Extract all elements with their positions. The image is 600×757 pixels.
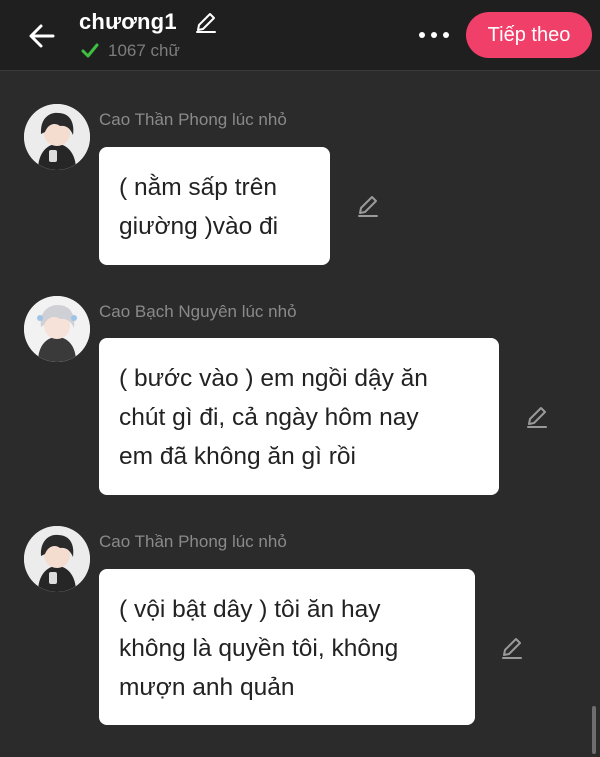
message-line: chút gì đi, cả ngày hôm nay — [119, 404, 419, 431]
more-options-button[interactable] — [412, 22, 456, 48]
avatar[interactable] — [24, 296, 90, 362]
speaker-name: Cao Bạch Nguyên lúc nhỏ — [99, 302, 297, 321]
message-line: mượn anh quản — [119, 674, 295, 701]
chapter-title[interactable]: chương1 — [79, 9, 177, 35]
next-button[interactable]: Tiếp theo — [466, 12, 592, 58]
message-bubble[interactable]: ( vội bật dây ) tôi ăn hay không là quyề… — [99, 569, 475, 725]
message-line: không là quyền tôi, không — [119, 635, 399, 662]
avatar[interactable] — [24, 526, 90, 592]
message-line: em đã không ăn gì rồi — [119, 443, 356, 470]
message-line: giường )vào đi — [119, 213, 279, 240]
back-button[interactable] — [24, 18, 60, 54]
avatar[interactable] — [24, 104, 90, 170]
speaker-name: Cao Thần Phong lúc nhỏ — [99, 532, 287, 551]
checkmark-icon — [81, 43, 99, 58]
message-bubble[interactable]: ( bước vào ) em ngồi dậy ăn chút gì đi, … — [99, 338, 499, 495]
edit-message-icon[interactable] — [524, 404, 550, 430]
arrow-left-icon — [29, 24, 55, 48]
word-count-label: 1067 chữ — [108, 41, 180, 60]
message-line: ( vội bật dây ) tôi ăn hay — [119, 596, 381, 623]
top-bar: chương1 1067 chữ Tiếp theo — [0, 0, 600, 71]
scrollbar[interactable] — [592, 706, 596, 754]
word-count: 1067 chữ — [80, 40, 180, 62]
message-line: ( bước vào ) em ngồi dậy ăn — [119, 365, 428, 392]
pencil-icon[interactable] — [194, 10, 218, 34]
edit-message-icon[interactable] — [355, 193, 381, 219]
edit-message-icon[interactable] — [499, 635, 525, 661]
speaker-name: Cao Thần Phong lúc nhỏ — [99, 110, 287, 129]
ellipsis-icon — [419, 32, 425, 38]
message-bubble[interactable]: ( nằm sấp trên giường )vào đi — [99, 147, 330, 265]
message-line: ( nằm sấp trên — [119, 174, 277, 201]
